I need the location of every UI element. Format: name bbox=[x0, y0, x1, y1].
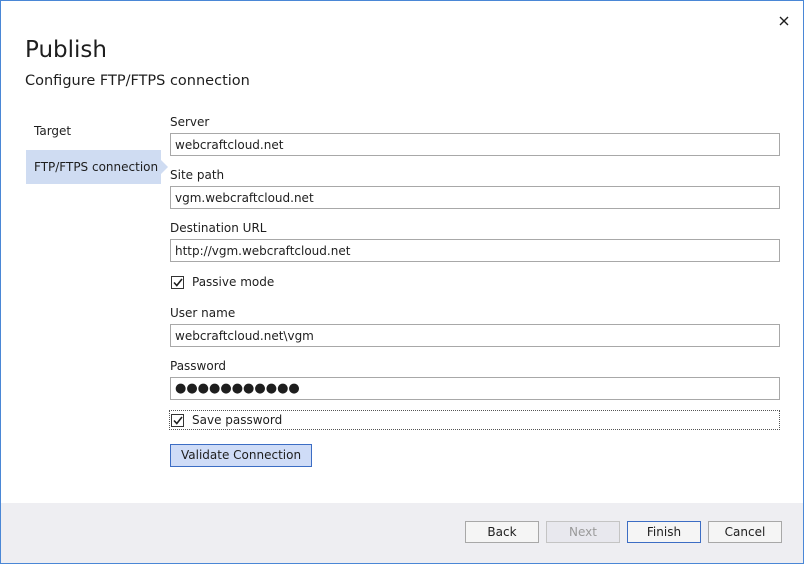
site-path-label: Site path bbox=[170, 168, 225, 182]
nav-item-ftp-connection[interactable]: FTP/FTPS connection bbox=[26, 150, 168, 184]
server-input[interactable] bbox=[170, 133, 780, 156]
passive-mode-checkbox[interactable]: Passive mode bbox=[170, 273, 780, 291]
close-button[interactable] bbox=[773, 10, 795, 32]
checkmark-icon bbox=[172, 416, 183, 425]
site-path-input[interactable] bbox=[170, 186, 780, 209]
destination-url-input[interactable] bbox=[170, 239, 780, 262]
dialog-title: Publish bbox=[25, 37, 107, 63]
wizard-nav: Target FTP/FTPS connection bbox=[26, 114, 168, 186]
save-password-checkbox[interactable]: Save password bbox=[169, 410, 780, 430]
passive-mode-label: Passive mode bbox=[192, 275, 275, 289]
checkbox-box[interactable] bbox=[171, 413, 184, 427]
validate-connection-button[interactable]: Validate Connection bbox=[170, 444, 313, 467]
back-button[interactable]: Back bbox=[465, 521, 539, 543]
save-password-label: Save password bbox=[192, 413, 283, 427]
destination-url-label: Destination URL bbox=[170, 221, 267, 235]
dialog-footer: Back Next Finish Cancel bbox=[1, 503, 803, 563]
dialog-subtitle: Configure FTP/FTPS connection bbox=[25, 73, 250, 89]
server-label: Server bbox=[170, 115, 210, 129]
user-name-input[interactable] bbox=[170, 324, 780, 347]
nav-item-target[interactable]: Target bbox=[26, 114, 166, 148]
next-button[interactable]: Next bbox=[546, 521, 620, 543]
nav-item-label: FTP/FTPS connection bbox=[34, 160, 159, 174]
user-name-label: User name bbox=[170, 306, 236, 320]
connection-form: Server Site path Destination URL Passive… bbox=[169, 114, 780, 467]
close-icon bbox=[779, 16, 789, 26]
checkmark-icon bbox=[172, 278, 183, 287]
password-label: Password bbox=[170, 359, 227, 373]
checkbox-box[interactable] bbox=[171, 275, 184, 289]
password-input[interactable] bbox=[170, 377, 780, 400]
cancel-button[interactable]: Cancel bbox=[708, 521, 782, 543]
publish-dialog: Publish Configure FTP/FTPS connection Ta… bbox=[0, 0, 804, 564]
nav-item-label: Target bbox=[34, 124, 72, 138]
finish-button[interactable]: Finish bbox=[627, 521, 701, 543]
